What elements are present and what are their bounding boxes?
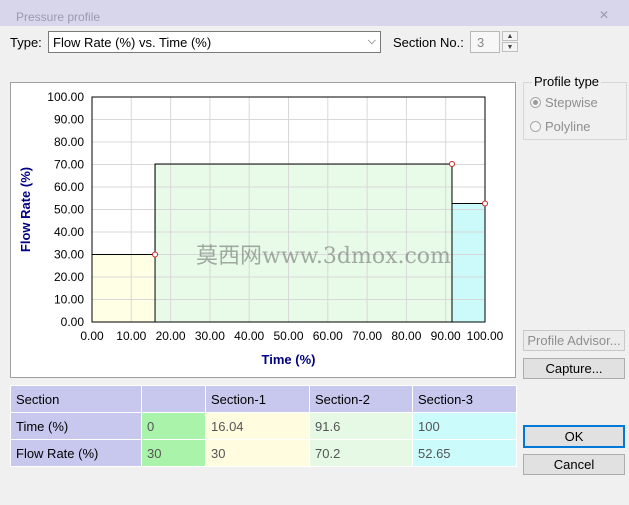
capture-button[interactable]: Capture... — [523, 358, 625, 379]
y-tick-label: 80.00 — [54, 135, 84, 149]
table-header-2: Section-2 — [309, 385, 413, 413]
profile-type-group: Profile type Stepwise Polyline — [523, 74, 627, 140]
x-tick-label: 80.00 — [391, 329, 421, 343]
cancel-button[interactable]: Cancel — [523, 454, 625, 475]
data-point-marker[interactable] — [152, 251, 159, 258]
y-tick-label: 40.00 — [54, 225, 84, 239]
time-cell-3[interactable]: 100 — [412, 412, 517, 440]
y-tick-label: 50.00 — [54, 203, 84, 217]
radio-polyline-label: Polyline — [545, 119, 591, 134]
radio-stepwise[interactable]: Stepwise — [530, 95, 598, 110]
section-no-input[interactable]: 3 — [470, 31, 500, 53]
spin-down-icon[interactable]: ▼ — [502, 42, 518, 52]
y-tick-label: 90.00 — [54, 113, 84, 127]
section-area-3 — [451, 203, 485, 322]
type-label: Type: — [10, 35, 42, 50]
title-bar: Pressure profile ✕ — [0, 0, 629, 26]
table-row: Time (%) 0 16.04 91.6 100 — [10, 412, 517, 440]
close-icon[interactable]: ✕ — [599, 8, 609, 22]
section-no-value: 3 — [477, 35, 485, 50]
spin-up-icon[interactable]: ▲ — [502, 31, 518, 41]
y-tick-label: 0.00 — [61, 315, 85, 329]
x-tick-label: 90.00 — [431, 329, 461, 343]
x-tick-label: 20.00 — [156, 329, 186, 343]
watermark: 莫西网www.3dmox.com — [196, 244, 451, 269]
row-label-time: Time (%) — [10, 412, 142, 440]
flow-cell-3[interactable]: 52.65 — [412, 439, 517, 467]
time-cell-1[interactable]: 16.04 — [205, 412, 310, 440]
radio-polyline-icon[interactable] — [530, 121, 541, 132]
table-header-section: Section — [10, 385, 142, 413]
chart-panel: 0.00 10.00 20.00 30.00 40.00 50.00 60.00 70.00 8… — [10, 82, 516, 378]
type-select-value: Flow Rate (%) vs. Time (%) — [53, 35, 212, 50]
section-table: Section Section-1 Section-2 Section-3 Ti… — [10, 385, 517, 467]
y-tick-label: 10.00 — [54, 293, 84, 307]
x-tick-label: 70.00 — [352, 329, 382, 343]
table-header-0 — [141, 385, 206, 413]
y-tick-label: 30.00 — [54, 248, 84, 262]
y-tick-label: 20.00 — [54, 270, 84, 284]
profile-advisor-button[interactable]: Profile Advisor... — [523, 330, 625, 351]
y-axis-title: Flow Rate (%) — [18, 167, 33, 252]
y-tick-label: 60.00 — [54, 180, 84, 194]
data-point-marker[interactable] — [482, 200, 488, 207]
x-tick-label: 100.00 — [467, 329, 504, 343]
y-tick-label: 100.00 — [47, 90, 84, 104]
section-no-spinner[interactable]: ▲ ▼ — [502, 31, 518, 53]
radio-stepwise-icon[interactable] — [530, 97, 541, 108]
flow-cell-0[interactable]: 30 — [141, 439, 206, 467]
table-header-1: Section-1 — [205, 385, 310, 413]
x-tick-label: 0.00 — [80, 329, 104, 343]
x-axis-title: Time (%) — [262, 352, 316, 367]
x-tick-label: 60.00 — [313, 329, 343, 343]
x-tick-label: 10.00 — [116, 329, 146, 343]
x-tick-label: 40.00 — [234, 329, 264, 343]
time-cell-2[interactable]: 91.6 — [309, 412, 413, 440]
y-tick-label: 70.00 — [54, 158, 84, 172]
ok-button[interactable]: OK — [523, 425, 625, 448]
x-tick-label: 30.00 — [195, 329, 225, 343]
radio-stepwise-label: Stepwise — [545, 95, 598, 110]
x-tick-label: 50.00 — [273, 329, 303, 343]
flow-cell-1[interactable]: 30 — [205, 439, 310, 467]
chevron-down-icon[interactable]: ⌵ — [368, 35, 376, 48]
type-select[interactable]: Flow Rate (%) vs. Time (%) ⌵ — [48, 31, 381, 53]
profile-type-title: Profile type — [532, 74, 602, 89]
flow-cell-2[interactable]: 70.2 — [309, 439, 413, 467]
window-title: Pressure profile — [16, 10, 101, 24]
table-header-3: Section-3 — [412, 385, 517, 413]
flow-rate-chart: 0.00 10.00 20.00 30.00 40.00 50.00 60.00 70.00 8… — [18, 90, 504, 367]
time-cell-0[interactable]: 0 — [141, 412, 206, 440]
table-row: Flow Rate (%) 30 30 70.2 52.65 — [10, 439, 517, 467]
radio-polyline[interactable]: Polyline — [530, 119, 591, 134]
section-area-1 — [92, 254, 156, 322]
row-label-flow-rate: Flow Rate (%) — [10, 439, 142, 467]
data-point-marker[interactable] — [448, 161, 455, 168]
section-no-label: Section No.: — [393, 35, 464, 50]
